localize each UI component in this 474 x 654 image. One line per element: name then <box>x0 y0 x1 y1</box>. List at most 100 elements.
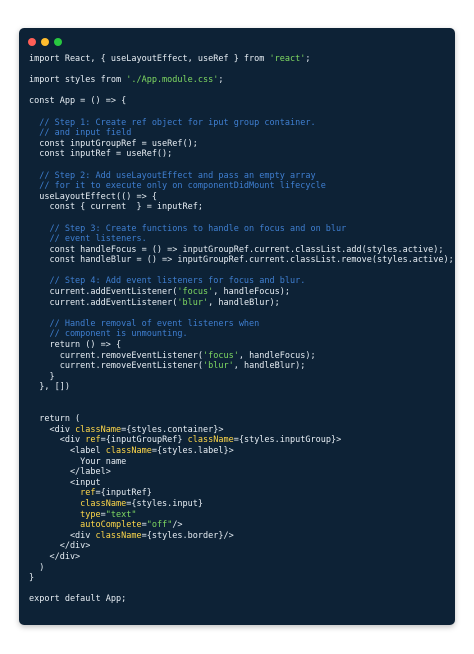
code-token: 'blur' <box>177 297 209 308</box>
code-line: // Step 3: Create functions to handle on… <box>29 224 454 235</box>
code-line: </div> <box>29 541 454 552</box>
code-token: } <box>29 371 55 382</box>
code-token: className <box>105 445 152 456</box>
code-line: const { current } = inputRef; <box>29 202 454 213</box>
code-token: <label <box>29 445 106 456</box>
minimize-window-button[interactable] <box>41 38 49 46</box>
code-line: <div className={styles.container}> <box>29 425 454 436</box>
code-token: }, []) <box>29 382 70 393</box>
code-token: <input <box>29 477 101 488</box>
code-token: const inputGroupRef = useRef(); <box>29 138 198 149</box>
code-token: , handleBlur); <box>208 297 280 308</box>
code-line: // Step 2: Add useLayoutEffect and pass … <box>29 171 454 182</box>
code-line: // for it to execute only on componentDi… <box>29 181 454 192</box>
code-line: const inputRef = useRef(); <box>29 149 454 160</box>
code-token: current.addEventListener( <box>29 297 178 308</box>
code-token: className <box>29 498 127 509</box>
code-token: 'focus' <box>203 350 239 361</box>
code-line: ref={inputRef} <box>29 488 454 499</box>
code-line: current.removeEventListener('focus', han… <box>29 351 454 362</box>
code-token: "text" <box>105 509 137 520</box>
code-line: current.addEventListener('focus', handle… <box>29 287 454 298</box>
code-token: , handleFocus); <box>213 287 290 298</box>
code-line: // event listeners. <box>29 234 454 245</box>
code-token: ref <box>85 435 101 446</box>
code-token: 'react' <box>269 54 306 64</box>
code-token: import React, { useLayoutEffect, useRef … <box>29 54 270 64</box>
code-token: return ( <box>29 414 81 425</box>
code-token: </label> <box>29 467 111 478</box>
code-line: current.removeEventListener('blur', hand… <box>29 361 454 372</box>
code-token: './App.module.css' <box>126 75 219 86</box>
code-token: // component is unmounting. <box>29 329 188 340</box>
code-token: </div> <box>29 551 81 562</box>
code-token: const inputRef = useRef(); <box>29 149 173 160</box>
code-line: current.addEventListener('blur', handleB… <box>29 298 454 309</box>
code-token: </div> <box>29 541 91 552</box>
code-line: import styles from './App.module.css'; <box>29 75 454 86</box>
code-token: ; <box>305 54 311 64</box>
code-token: <div <box>29 435 86 446</box>
code-line: return ( <box>29 414 454 425</box>
code-token: // Step 4: Add event listeners for focus… <box>29 276 306 287</box>
code-token: <div <box>29 530 96 541</box>
code-token: current.addEventListener( <box>29 287 178 298</box>
code-token: className <box>75 424 122 435</box>
code-line: // Step 1: Create ref object for iput gr… <box>29 118 454 129</box>
code-token: export default App; <box>29 594 127 605</box>
code-line: const handleFocus = () => inputGroupRef.… <box>29 245 454 256</box>
code-token: <div <box>29 424 76 435</box>
code-line: </label> <box>29 467 454 478</box>
code-line: Your name <box>29 457 454 468</box>
window-controls <box>28 38 62 46</box>
close-window-button[interactable] <box>28 38 36 46</box>
code-token: ={styles.container}> <box>121 424 224 435</box>
code-line: // Step 4: Add event listeners for focus… <box>29 276 454 287</box>
code-token: current.removeEventListener( <box>29 361 203 372</box>
code-line: // Handle removal of event listeners whe… <box>29 319 454 330</box>
code-line: } <box>29 573 454 584</box>
code-token: , handleFocus); <box>238 350 316 361</box>
code-token: /> <box>172 520 183 531</box>
code-token: ={inputRef} <box>95 488 152 499</box>
code-token: // and input field <box>29 128 132 139</box>
code-window: import React, { useLayoutEffect, useRef … <box>19 28 455 625</box>
code-token: // Step 3: Create functions to handle on… <box>29 223 347 234</box>
code-line: const inputGroupRef = useRef(); <box>29 139 454 150</box>
code-token: ref <box>29 488 96 499</box>
code-line: const handleBlur = () => inputGroupRef.c… <box>29 255 454 266</box>
code-line: import React, { useLayoutEffect, useRef … <box>29 54 454 65</box>
code-token: // Handle removal of event listeners whe… <box>29 318 260 329</box>
code-token: className <box>187 435 234 446</box>
code-line: }, []) <box>29 382 454 393</box>
code-token: // for it to execute only on componentDi… <box>29 181 326 192</box>
code-token: ={styles.border}/> <box>141 530 234 541</box>
code-token: // Step 2: Add useLayoutEffect and pass … <box>29 170 316 181</box>
code-token: useLayoutEffect(() => { <box>29 191 157 202</box>
code-line: <input <box>29 478 454 489</box>
code-token: autoComplete <box>29 520 142 531</box>
code-token: return () => { <box>29 340 122 351</box>
code-token: const handleBlur = () => inputGroupRef.c… <box>29 255 454 266</box>
code-line: className={styles.input} <box>29 499 454 510</box>
code-line: type="text" <box>29 510 454 521</box>
code-token: 'focus' <box>177 287 214 298</box>
code-line: useLayoutEffect(() => { <box>29 192 454 203</box>
code-token: "off" <box>146 520 173 531</box>
code-token: , handleBlur); <box>233 361 306 372</box>
code-line: <div className={styles.border}/> <box>29 531 454 542</box>
code-token: Your name <box>29 456 127 467</box>
maximize-window-button[interactable] <box>54 38 62 46</box>
code-line: return () => { <box>29 340 454 351</box>
code-block: import React, { useLayoutEffect, useRef … <box>29 54 454 605</box>
code-token: } <box>29 573 35 584</box>
code-token: const { current } = inputRef; <box>29 202 203 213</box>
